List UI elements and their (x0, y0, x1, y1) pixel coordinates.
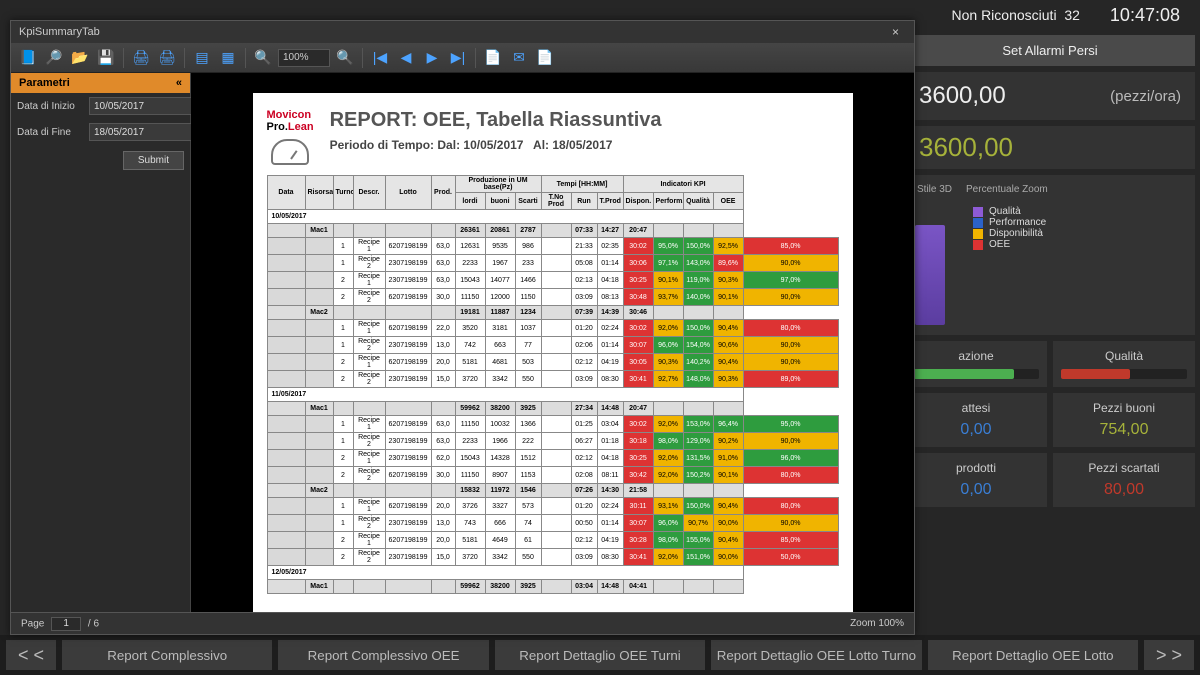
nav-report-dettaglio-lotto-turno[interactable]: Report Dettaglio OEE Lotto Turno (711, 640, 921, 670)
report-viewer-dialog: KpiSummaryTab × 📘 🔎 📂 💾 🖨 🖨 ▤ ▦ 🔍 🔍 |◀ ◀… (10, 20, 915, 635)
nav-report-dettaglio-turni[interactable]: Report Dettaglio OEE Turni (495, 640, 705, 670)
page-indicator: Page / 6 (21, 617, 99, 631)
print-icon[interactable]: 🖨 (130, 47, 152, 69)
report-table: DataRisorsa TurnoDescr. LottoProd. Produ… (267, 175, 839, 594)
parameters-panel: Parametri « Data di Inizio Data di Fine … (11, 73, 191, 612)
nav-prev-button[interactable]: < < (6, 640, 56, 670)
bottom-nav: < < Report Complessivo Report Complessiv… (0, 635, 1200, 675)
nav-report-dettaglio-lotto[interactable]: Report Dettaglio OEE Lotto (928, 640, 1138, 670)
legend-bar (915, 225, 945, 325)
next-page-icon[interactable]: ▶ (421, 47, 443, 69)
zoom-combo[interactable] (278, 49, 330, 67)
card-prodotti: prodotti 0,00 (905, 453, 1047, 507)
nav-report-complessivo-oee[interactable]: Report Complessivo OEE (278, 640, 488, 670)
page-area[interactable]: Movicon Pro.Lean REPORT: OEE, Tabella Ri… (191, 73, 914, 612)
card-scartati: Pezzi scartati 80,00 (1053, 453, 1195, 507)
close-icon[interactable]: × (892, 25, 906, 39)
print-setup-icon[interactable]: 🖨 (156, 47, 178, 69)
open-icon[interactable]: 📂 (69, 47, 91, 69)
non-riconosciuti: Non Riconosciuti 32 (952, 7, 1080, 23)
gauge-icon (271, 139, 309, 165)
data-inizio-label: Data di Inizio (17, 101, 83, 112)
set-allarmi-button[interactable]: Set Allarmi Persi (905, 35, 1195, 66)
rate-display-2: 3600,00 (905, 126, 1195, 169)
tab-zoom[interactable]: Percentuale Zoom (962, 183, 1052, 196)
report-period: Periodo di Tempo: Dal: 10/05/2017 Al: 18… (330, 138, 662, 152)
submit-button[interactable]: Submit (123, 151, 184, 170)
kpi-legend: Stile 3D Percentuale Zoom Qualità Perfor… (905, 175, 1195, 335)
layout2-icon[interactable]: ▦ (217, 47, 239, 69)
nav-next-button[interactable]: > > (1144, 640, 1194, 670)
tab-stile3d[interactable]: Stile 3D (913, 183, 956, 196)
export-icon[interactable]: 📄 (482, 47, 504, 69)
card-qualita: Qualità (1053, 341, 1195, 387)
card-azione: azione (905, 341, 1047, 387)
logo: Movicon Pro.Lean (267, 109, 314, 165)
last-page-icon[interactable]: ▶| (447, 47, 469, 69)
zoom-out-icon[interactable]: 🔍 (252, 47, 274, 69)
report-page: Movicon Pro.Lean REPORT: OEE, Tabella Ri… (253, 93, 853, 612)
layout-icon[interactable]: ▤ (191, 47, 213, 69)
prev-page-icon[interactable]: ◀ (395, 47, 417, 69)
binoculars-icon[interactable]: 🔎 (43, 47, 65, 69)
first-page-icon[interactable]: |◀ (369, 47, 391, 69)
data-fine-label: Data di Fine (17, 127, 83, 138)
viewer-toolbar: 📘 🔎 📂 💾 🖨 🖨 ▤ ▦ 🔍 🔍 |◀ ◀ ▶ ▶| 📄 ✉ 📄 (11, 43, 914, 73)
card-pezzi-buoni: Pezzi buoni 754,00 (1053, 393, 1195, 447)
parameters-header: Parametri (19, 77, 70, 89)
clock: 10:47:08 (1110, 5, 1180, 26)
card-attesi: attesi 0,00 (905, 393, 1047, 447)
report-title: REPORT: OEE, Tabella Riassuntiva (330, 109, 662, 132)
page-number-input[interactable] (51, 617, 81, 631)
zoom-indicator: Zoom 100% (850, 618, 904, 629)
collapse-icon[interactable]: « (176, 77, 182, 89)
rate-display: 3600,00(pezzi/ora) (905, 72, 1195, 120)
book-icon[interactable]: 📘 (17, 47, 39, 69)
save-icon[interactable]: 💾 (95, 47, 117, 69)
mail-icon[interactable]: ✉ (508, 47, 530, 69)
nav-report-complessivo[interactable]: Report Complessivo (62, 640, 272, 670)
doc-icon[interactable]: 📄 (534, 47, 556, 69)
zoom-in-icon[interactable]: 🔍 (334, 47, 356, 69)
dashboard-right: Set Allarmi Persi 3600,00(pezzi/ora) 360… (900, 30, 1200, 635)
viewer-title: KpiSummaryTab (19, 26, 100, 38)
